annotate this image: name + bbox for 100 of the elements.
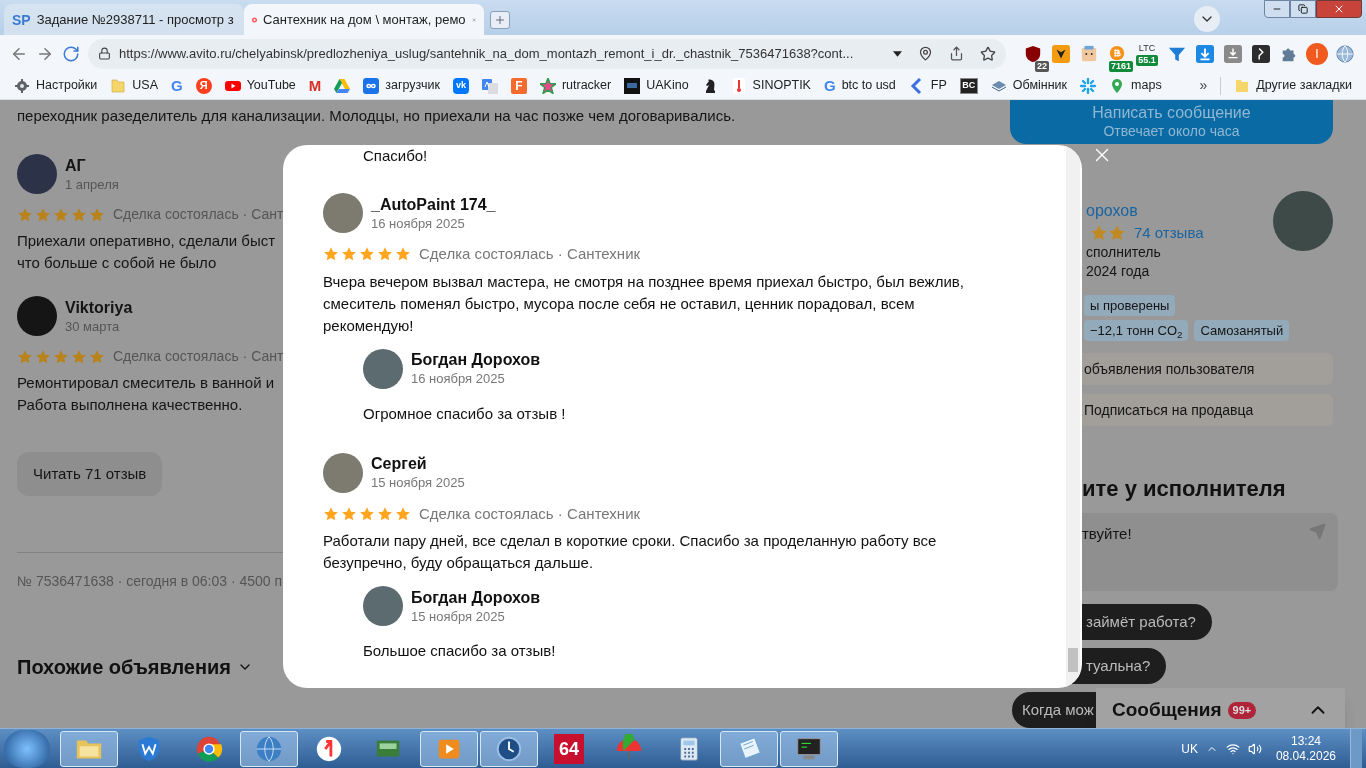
lock-icon [98,47,111,60]
address-bar[interactable]: https://www.avito.ru/chelyabinsk/predlozheniya_uslug/santehnik_na_dom_montazh_remont_i_dr._chastnik_7536471638?cont... [88,38,1006,69]
star-icon [359,505,375,522]
globe-icon[interactable] [1336,44,1354,63]
download-tray-icon[interactable] [1224,44,1242,63]
star-icon [17,348,33,365]
triangle-icon [334,77,351,94]
bookmark[interactable]: maps [1109,74,1162,97]
network-icon[interactable] [1225,741,1240,756]
download-icon[interactable] [1196,44,1214,63]
shield-icon[interactable] [1024,44,1042,63]
scrollbar[interactable] [1066,145,1080,688]
volume-icon[interactable] [1247,741,1262,756]
deal-status: Сделка состоялась · Сант [113,205,284,224]
close-window-button[interactable] [1316,0,1362,18]
clock[interactable]: 13:24 08.04.2026 [1275,733,1336,764]
bitcoin-icon[interactable] [1108,44,1126,63]
tag: −12,1 тонн CO$_{2}$ [1084,320,1189,342]
logo-icon: G [823,78,836,93]
browser-tab[interactable]: Сантехник на дом \ монтаж, ремо [244,4,484,35]
taskbar-button[interactable]: 64 [540,730,598,767]
rating-stars-icon [1090,224,1126,243]
reload-icon[interactable] [62,44,80,63]
quick-question-button[interactable]: Когда мож [1012,692,1096,728]
ticker-label: LTC [1138,43,1156,53]
globe-icon[interactable] [254,733,284,764]
star-icon [359,246,375,263]
review-text: Вчера вечером вызвал мастера, не смотря на позднее время приехал быстро, был вежлив, смеситель поменял быстро, мусора после себя не оставил, ценник порадовал, всем рекомендую! [323,271,965,336]
site-logo: SP [12,12,31,27]
start-button[interactable] [4,729,50,768]
deal-status: Сделка состоялась · Сант [113,347,284,366]
seller-name: Богдан Дорохов [411,350,541,370]
film-icon [624,77,641,94]
avatar-photo [363,348,403,389]
app-logo[interactable]: 64 [554,733,584,764]
review-text: Приехали оперативно, сделали быст [17,231,276,251]
caret-icon[interactable] [893,50,902,57]
new-tab-button[interactable] [490,11,510,29]
review-text: Ремонтировал смеситель в ванной и [17,373,275,393]
reply-text: Спасибо! [362,147,428,165]
bookmark[interactable]: FP [908,74,947,97]
review-date: 1 апреля [65,175,119,193]
star-icon [71,348,87,365]
listing-meta: № 7536471638 · сегодня в 06:03 · 4500 п [17,572,283,591]
review-text: переходник разеделитель для канализации. Молодцы, но приехали на час позже чем договаривались. [17,106,736,126]
tab-list-button[interactable] [1194,6,1220,32]
bookmark[interactable]: M [308,74,322,97]
bookmark[interactable]: загрузчик [363,74,440,97]
deal-status: Сделка состоялась · Сантехник [419,244,641,264]
bookmark[interactable]: YouTube [224,74,296,97]
star-icon [539,77,556,94]
share-icon[interactable] [949,46,964,61]
tag: Самозанятый [1194,320,1290,342]
reviewer-name: _AutoPaint 174_ [371,194,496,215]
read-reviews-button[interactable]: Читать 71 отзыв [17,452,163,496]
bracket-icon[interactable] [1252,44,1270,63]
star-icon [53,206,69,223]
reply-date: 16 ноября 2025 [411,370,506,387]
bookmark[interactable]: G btc to usd [823,74,896,97]
bookmark[interactable]: SINOPTIK [730,74,811,97]
translate-icon [481,77,498,94]
other-bookmarks-folder[interactable]: Другие закладки [1234,76,1352,95]
browser-tab[interactable]: SP Задание №2938711 - просмотр з [4,4,244,35]
face-icon[interactable] [1080,44,1098,63]
logo-icon: M [308,78,322,93]
tab-title: Задание №2938711 - просмотр з [36,10,234,29]
seller-role: сполнитель [1086,243,1161,263]
bookmark[interactable]: Обмінник [990,74,1068,97]
reviewer-name: Сергей [371,454,428,474]
bookmark[interactable]: UAKino [624,74,689,97]
review-date: 15 ноября 2025 [371,474,465,491]
star-icon [377,246,393,263]
review-text: Работали пару дней, все сделал в короткие сроки. Спасибо за проделанную работу все безупречно, буду обращаться дальше. [323,531,938,573]
review-text: Работа выполнена качественно. [17,395,243,415]
deal-status: Сделка состоялась · Сантехник [419,503,641,524]
messages-bar[interactable]: Сообщения 99+ [1096,688,1345,728]
bookmark[interactable]: rutracker [539,74,612,97]
taskbar-button[interactable] [780,730,838,767]
bookmark[interactable]: Настройки [14,74,98,97]
restore-button[interactable] [1290,0,1316,18]
reviewer-name: АГ [65,155,87,176]
keyboard-language[interactable]: UK [1181,739,1198,758]
minimize-button[interactable] [1264,0,1290,18]
tab-title: Сантехник на дом \ монтаж, ремо [263,10,466,29]
star-icon [341,246,357,263]
star-icon [395,246,411,263]
ask-heading: ите у исполнителя [1081,475,1287,504]
star-icon [341,505,357,522]
close-icon [1333,3,1345,15]
tag: ы проверены [1084,295,1176,317]
bookmark-star-icon[interactable] [980,45,996,62]
scrollbar-thumb[interactable] [1068,648,1078,672]
avatar-photo [17,154,57,194]
more-bookmarks[interactable]: » [1199,75,1208,96]
taskbar-button[interactable] [480,730,538,767]
avatar-photo [323,452,363,493]
star-icon [89,348,105,365]
star-icon [89,206,105,223]
similar-listings-heading[interactable]: Похожие объявления [17,652,254,682]
bookmark[interactable]: USA [110,74,158,97]
